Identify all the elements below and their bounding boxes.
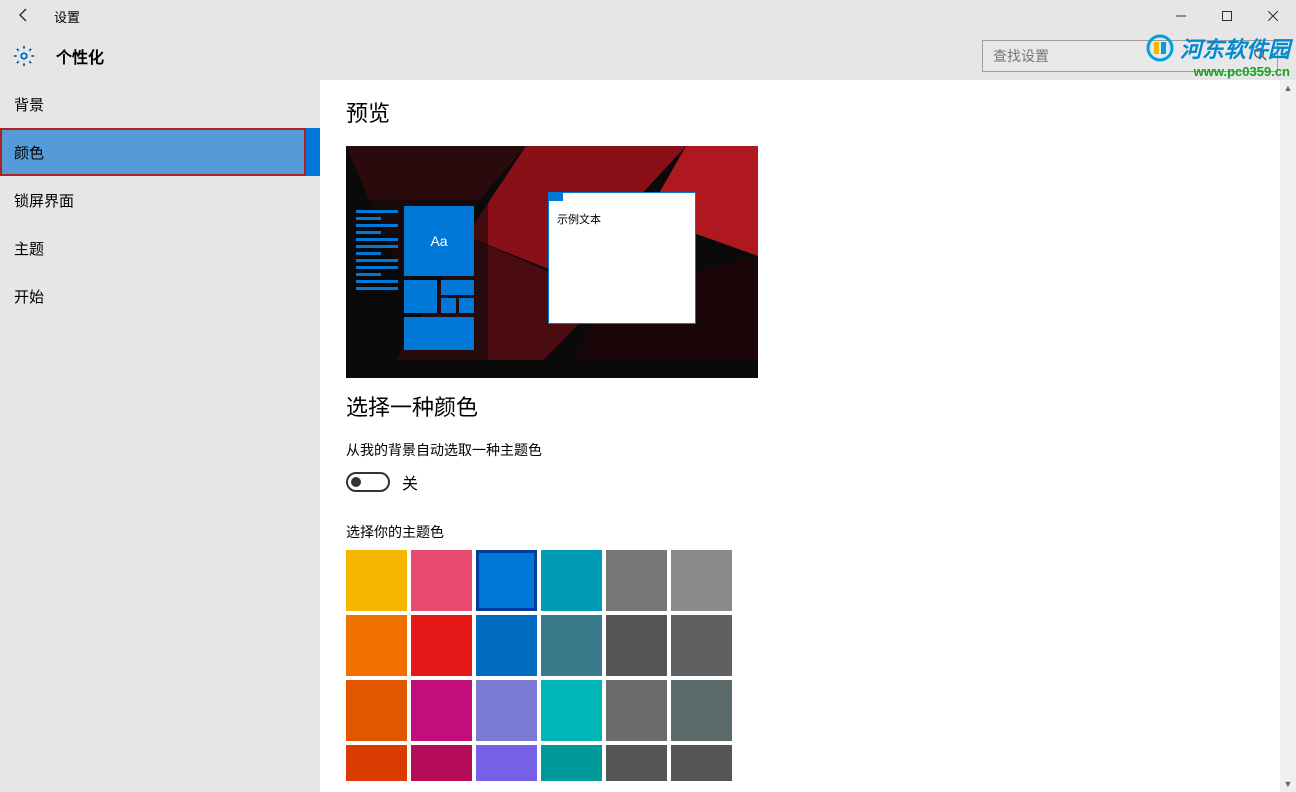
color-swatch[interactable] xyxy=(671,745,732,781)
color-swatch[interactable] xyxy=(606,615,667,676)
preview-thumbnail: Aa 示例文本 xyxy=(346,146,758,378)
color-swatch[interactable] xyxy=(476,680,537,741)
color-swatch[interactable] xyxy=(606,550,667,611)
pick-color-heading: 选择一种颜色 xyxy=(346,390,1296,422)
page-title: 个性化 xyxy=(56,44,104,68)
preview-tile-large: Aa xyxy=(404,206,474,276)
sidebar-item-colors[interactable]: 颜色 xyxy=(0,128,306,176)
color-swatch[interactable] xyxy=(411,680,472,741)
color-swatch[interactable] xyxy=(541,550,602,611)
color-swatch[interactable] xyxy=(541,745,602,781)
sidebar-item-label: 颜色 xyxy=(14,142,44,163)
auto-pick-toggle[interactable] xyxy=(346,472,390,492)
sidebar: 背景 颜色 锁屏界面 主题 开始 xyxy=(0,80,320,792)
preview-start-menu: Aa xyxy=(352,200,488,360)
color-swatch[interactable] xyxy=(606,680,667,741)
search-input[interactable] xyxy=(993,48,1253,64)
sidebar-item-label: 开始 xyxy=(14,286,44,307)
minimize-button[interactable] xyxy=(1158,0,1204,32)
vertical-scrollbar[interactable]: ▲ ▼ xyxy=(1280,80,1296,792)
titlebar: 设置 xyxy=(0,0,1296,32)
sidebar-accent-indicator xyxy=(306,128,320,176)
sidebar-item-label: 锁屏界面 xyxy=(14,190,74,211)
sidebar-item-label: 主题 xyxy=(14,238,44,259)
pick-accent-label: 选择你的主题色 xyxy=(346,522,1296,542)
color-swatch[interactable] xyxy=(671,615,732,676)
maximize-button[interactable] xyxy=(1204,0,1250,32)
preview-sample-window: 示例文本 xyxy=(548,192,696,324)
window-title: 设置 xyxy=(48,7,80,26)
color-swatch[interactable] xyxy=(606,745,667,781)
scroll-up-arrow[interactable]: ▲ xyxy=(1280,80,1296,96)
content-area: 预览 Aa xyxy=(320,80,1296,792)
color-swatch[interactable] xyxy=(346,680,407,741)
color-swatch[interactable] xyxy=(346,615,407,676)
color-swatch[interactable] xyxy=(541,615,602,676)
preview-heading: 预览 xyxy=(346,96,1296,128)
sidebar-item-start[interactable]: 开始 xyxy=(0,272,320,320)
color-swatch[interactable] xyxy=(476,745,537,781)
auto-pick-label: 从我的背景自动选取一种主题色 xyxy=(346,440,1296,460)
color-swatch[interactable] xyxy=(476,550,537,611)
sidebar-item-lockscreen[interactable]: 锁屏界面 xyxy=(0,176,320,224)
color-swatch[interactable] xyxy=(476,615,537,676)
close-button[interactable] xyxy=(1250,0,1296,32)
sidebar-item-background[interactable]: 背景 xyxy=(0,80,320,128)
color-swatch-grid xyxy=(346,550,736,781)
scroll-down-arrow[interactable]: ▼ xyxy=(1280,776,1296,792)
toggle-state-label: 关 xyxy=(402,470,418,494)
sidebar-item-themes[interactable]: 主题 xyxy=(0,224,320,272)
color-swatch[interactable] xyxy=(411,745,472,781)
color-swatch[interactable] xyxy=(541,680,602,741)
color-swatch[interactable] xyxy=(346,745,407,781)
gear-icon xyxy=(12,44,36,68)
color-swatch[interactable] xyxy=(671,680,732,741)
color-swatch[interactable] xyxy=(411,615,472,676)
preview-sample-text: 示例文本 xyxy=(549,201,695,227)
sidebar-item-label: 背景 xyxy=(14,94,44,115)
color-swatch[interactable] xyxy=(346,550,407,611)
color-swatch[interactable] xyxy=(671,550,732,611)
color-swatch[interactable] xyxy=(411,550,472,611)
search-icon xyxy=(1253,47,1267,66)
back-button[interactable] xyxy=(0,7,48,26)
header: 个性化 xyxy=(0,32,1296,80)
search-box[interactable] xyxy=(982,40,1278,72)
